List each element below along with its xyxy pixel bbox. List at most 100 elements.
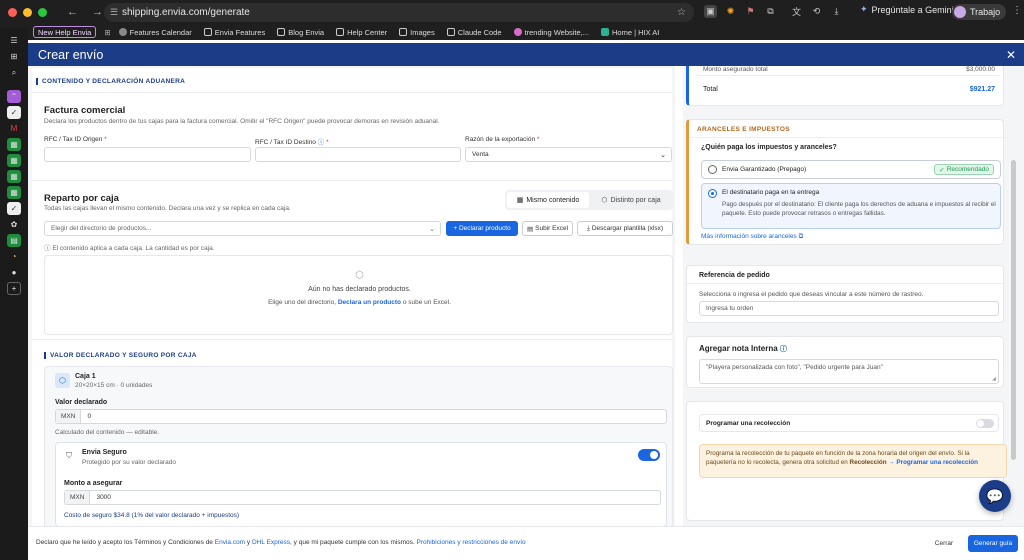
- order-input[interactable]: Ingresa tu orden: [699, 301, 999, 316]
- sheets-icon[interactable]: ▤: [7, 234, 21, 247]
- schedule-pickup-link[interactable]: → Programar una recolección: [888, 459, 978, 466]
- insure-amount-input[interactable]: MXN 3000: [64, 490, 661, 505]
- close-icon[interactable]: ✕: [1006, 48, 1016, 62]
- boxes-title: Reparto por caja: [44, 193, 119, 204]
- generate-label-button[interactable]: Generar guía: [968, 535, 1018, 552]
- extension-icon[interactable]: ▣: [704, 5, 717, 18]
- gemini-button[interactable]: ✦ Pregúntale a Gemini: [860, 4, 954, 15]
- more-info-link[interactable]: Más información sobre aranceles ⧉: [701, 233, 803, 241]
- radio-unchecked[interactable]: [708, 165, 717, 174]
- download-icon[interactable]: ⤓: [830, 5, 843, 18]
- bookmark-item[interactable]: Home | HIX AI: [601, 28, 659, 37]
- history-icon[interactable]: ⟲: [810, 5, 823, 18]
- reason-select[interactable]: Venta ⌄: [465, 147, 672, 162]
- bookmark-item[interactable]: Help Center: [336, 28, 387, 37]
- bookmark-item[interactable]: Images: [399, 28, 435, 37]
- section-title: ARANCELES E IMPUESTOS: [697, 126, 790, 133]
- extensions-puzzle-icon[interactable]: ⧉: [764, 5, 777, 18]
- sheets-icon[interactable]: ▦: [7, 138, 21, 151]
- site-icon: [513, 28, 522, 36]
- grid-icon[interactable]: ⊞: [7, 50, 21, 63]
- bookmark-item[interactable]: Blog Envia: [277, 28, 324, 37]
- pickup-toggle[interactable]: [976, 419, 994, 428]
- close-window-button[interactable]: [8, 7, 17, 17]
- bookmark-item[interactable]: Features Calendar: [118, 28, 192, 37]
- page: Crear envío ✕ CONTENIDO Y DECLARACIÓN AD…: [28, 40, 1024, 560]
- app-icon[interactable]: ✓: [7, 106, 21, 119]
- upload-excel-button[interactable]: ▤ Subir Excel: [522, 221, 573, 236]
- insurance-toggle[interactable]: [638, 449, 660, 461]
- bookmark-item[interactable]: Envia Features: [203, 28, 265, 37]
- extension-icon[interactable]: ⚑: [744, 5, 757, 18]
- scrollbar[interactable]: [1011, 160, 1016, 460]
- profile-button[interactable]: Trabajo: [952, 4, 1007, 20]
- chatgpt-icon[interactable]: ✿: [7, 218, 21, 231]
- add-icon[interactable]: +: [7, 282, 21, 295]
- minimize-window-button[interactable]: [23, 7, 32, 17]
- info-icon[interactable]: ⓘ: [318, 139, 325, 146]
- github-icon[interactable]: ●: [7, 266, 21, 279]
- tab-different-content[interactable]: ⬡ Distinto por caja: [591, 192, 671, 208]
- chat-support-button[interactable]: 💬: [979, 480, 1011, 512]
- avatar: [954, 6, 966, 18]
- pickup-warning: Programa la recolección de tu paquete en…: [699, 444, 1007, 478]
- globe-icon: [118, 28, 127, 36]
- sheets-icon[interactable]: ▦: [7, 170, 21, 183]
- gmail-icon[interactable]: M: [7, 122, 21, 135]
- folder-icon: [336, 28, 345, 36]
- product-directory-select[interactable]: Elegir del directorio de productos... ⌄: [44, 221, 441, 236]
- page-title: Crear envío: [38, 47, 104, 62]
- dhl-link[interactable]: DHL Express: [252, 539, 290, 546]
- reason-label: Razón de la exportación *: [465, 136, 540, 143]
- search-icon[interactable]: ⌕: [7, 66, 21, 79]
- tax-option-prepaid[interactable]: Envia Garantizado (Prepago) ✓ Recomendado: [701, 160, 1001, 179]
- pickup-row: Programar una recolección: [699, 414, 999, 432]
- back-icon[interactable]: ←: [67, 6, 78, 18]
- app-icon[interactable]: ◔: [7, 250, 21, 263]
- bookmark-item[interactable]: trending Website,...: [513, 28, 589, 37]
- declared-value-input[interactable]: MXN 0: [55, 409, 667, 424]
- translate-icon[interactable]: 文: [790, 5, 803, 18]
- box-icon: ⬡: [355, 270, 364, 281]
- forward-icon[interactable]: →: [92, 6, 103, 18]
- empty-desc: Elige uno del directorio, Declara un pro…: [268, 299, 451, 306]
- note-textarea[interactable]: "Playera personalizada con foto", "Pedid…: [699, 359, 999, 384]
- radio-checked[interactable]: [708, 189, 717, 198]
- sheets-icon[interactable]: ▦: [7, 154, 21, 167]
- chevron-down-icon: ⌄: [429, 225, 435, 233]
- declare-product-button[interactable]: + Declarar producto: [446, 221, 518, 236]
- right-column: Monto asegurado total $3,000.00 Total $9…: [683, 66, 1024, 526]
- extension-icon[interactable]: ✺: [724, 5, 737, 18]
- tab-same-content[interactable]: ▦ Mismo contenido: [507, 192, 589, 208]
- download-template-button[interactable]: ⤓ Descargar plantilla (xlsx): [577, 221, 673, 236]
- chat-icon: 💬: [986, 487, 1004, 504]
- calc-note: Calculado del contenido — editable.: [55, 429, 160, 436]
- cancel-button[interactable]: Cerrar: [926, 535, 962, 552]
- bookmark-item[interactable]: Claude Code: [446, 28, 502, 37]
- address-bar[interactable]: ☰ shipping.envia.com/generate ☆: [104, 3, 694, 22]
- sheets-icon[interactable]: ▦: [7, 186, 21, 199]
- tax-option-recipient[interactable]: El destinatario paga en la entrega Pago …: [701, 183, 1001, 229]
- empty-title: Aún no has declarado productos.: [308, 286, 411, 293]
- insurance-card: ⛉ Envia Seguro Protegido por su valor de…: [55, 442, 667, 526]
- box-name: Caja 1: [75, 373, 96, 380]
- bookmark-item[interactable]: New Help Envia: [33, 26, 97, 38]
- menu-kebab-icon[interactable]: ⋮: [1012, 5, 1022, 16]
- rfc-dest-input[interactable]: [255, 147, 461, 162]
- resize-handle-icon[interactable]: ◢: [992, 376, 996, 382]
- rfc-origin-input[interactable]: [44, 147, 251, 162]
- bookmark-star-icon[interactable]: ☆: [677, 7, 686, 18]
- declare-product-link[interactable]: Declara un producto: [338, 299, 401, 306]
- site-info-icon[interactable]: ☰: [110, 7, 118, 18]
- restrictions-link[interactable]: Prohibiciones y restricciones de envío: [417, 539, 526, 546]
- apps-icon[interactable]: ⊞: [104, 28, 110, 37]
- maximize-window-button[interactable]: [38, 7, 47, 17]
- app-icon[interactable]: ✓: [7, 202, 21, 215]
- left-column: CONTENIDO Y DECLARACIÓN ADUANERA Factura…: [28, 66, 675, 526]
- envia-link[interactable]: Envia.com: [215, 539, 245, 546]
- app-icon[interactable]: ⌃: [7, 90, 21, 103]
- pickup-title: Programar una recolección: [706, 420, 791, 427]
- info-icon[interactable]: ⓘ: [780, 346, 787, 353]
- declared-value-label: Valor declarado: [55, 399, 108, 406]
- menu-icon[interactable]: ☰: [7, 34, 21, 47]
